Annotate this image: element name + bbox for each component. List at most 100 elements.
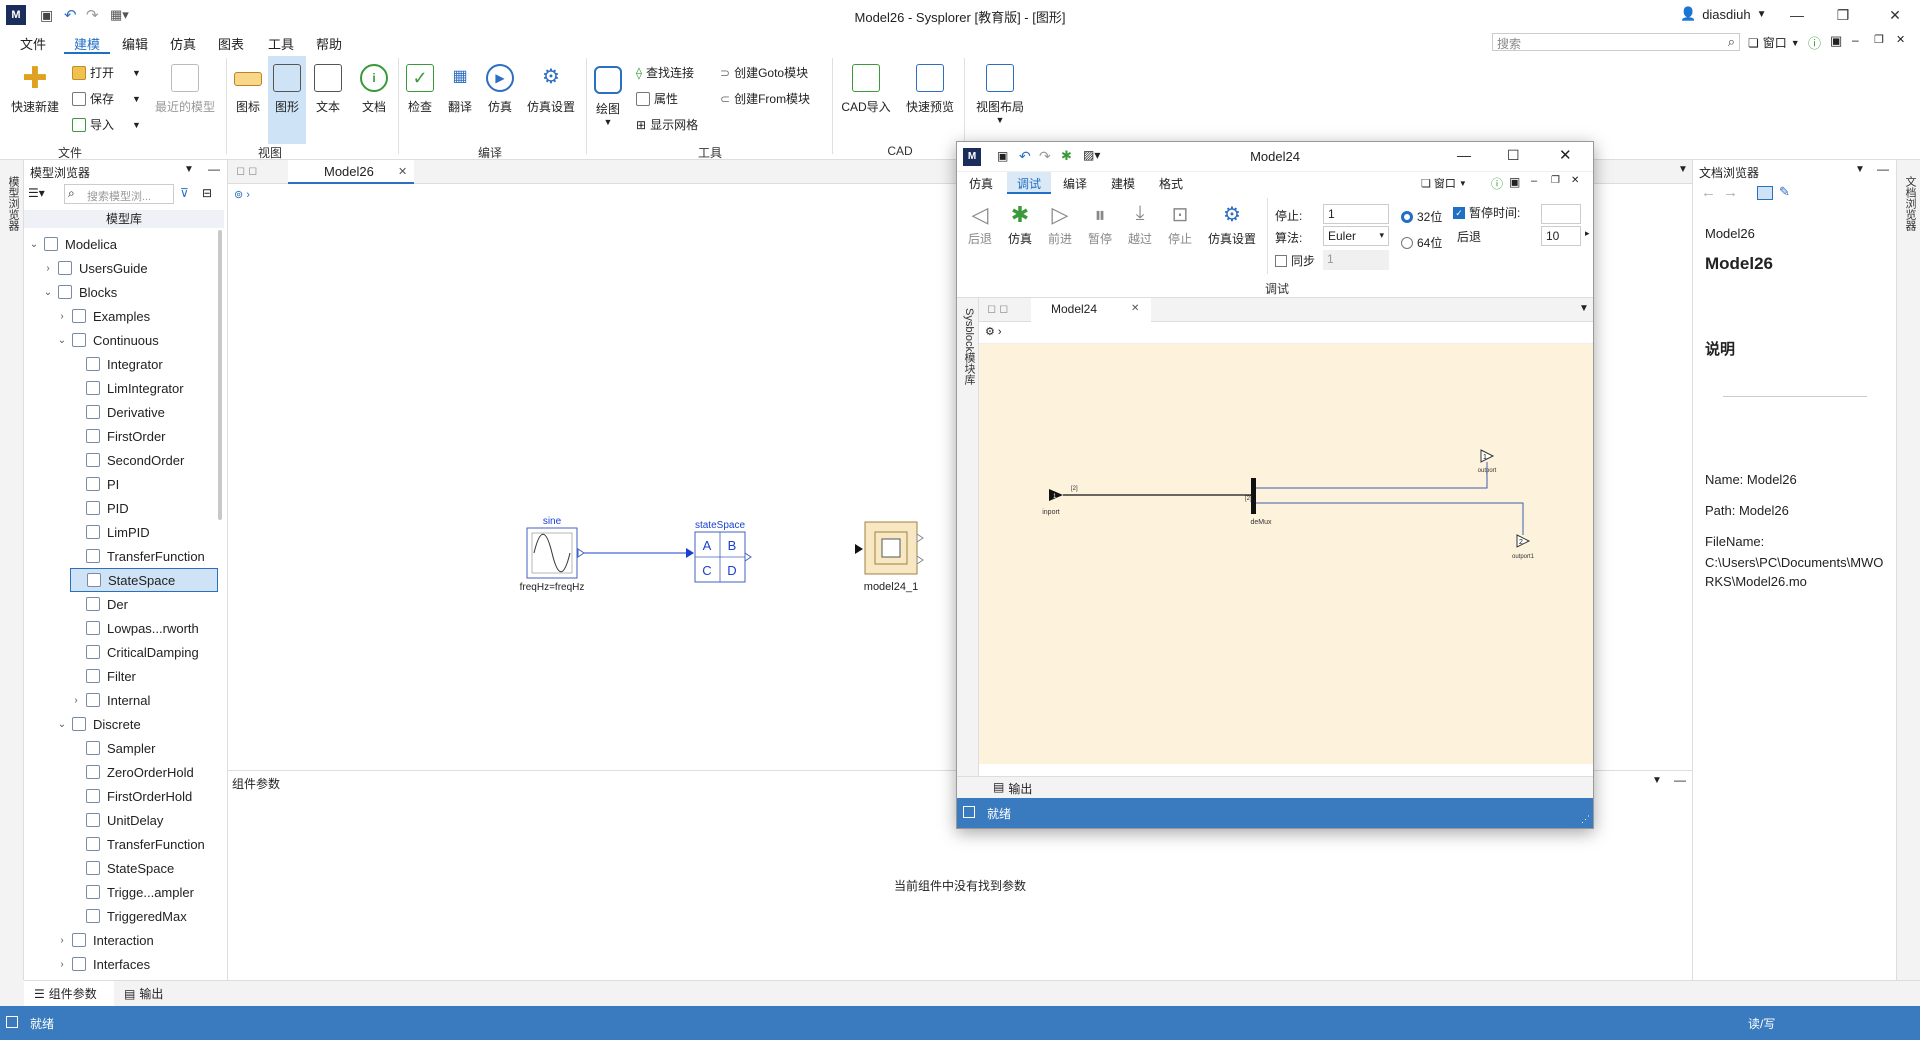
import-button[interactable]: 导入 ▼ — [72, 116, 141, 133]
model-search-input[interactable]: ⌕ 搜索模型浏... — [64, 184, 174, 204]
panel-icon[interactable]: ▣ — [1830, 33, 1842, 49]
float-tab-simulate[interactable]: 仿真 — [969, 175, 993, 192]
panel-icon[interactable]: ▣ — [1509, 175, 1520, 189]
tree-item[interactable]: CriticalDamping — [70, 640, 199, 664]
doc-view-button[interactable]: i 文档 — [356, 64, 392, 115]
tree-item[interactable]: Derivative — [70, 400, 165, 424]
debug-simulate-button[interactable]: ✱ 仿真 — [1005, 202, 1035, 247]
menu-tools[interactable]: 工具 — [268, 34, 294, 53]
create-from-button[interactable]: ⊂ 创建From模块 — [720, 90, 810, 107]
tree-item[interactable]: UnitDelay — [70, 808, 163, 832]
quick-preview-button[interactable]: 快速预览 — [902, 64, 958, 115]
find-connection-button[interactable]: ⟠ 查找连接 — [636, 64, 694, 81]
simulate-button[interactable]: ▶ 仿真 — [482, 64, 518, 115]
tree-item[interactable]: PID — [70, 496, 129, 520]
pause-time-checkbox[interactable]: ✓ 暂停时间: — [1453, 204, 1520, 221]
mdi-minimize-button[interactable]: – — [1531, 175, 1537, 187]
tree-item[interactable]: › UsersGuide — [42, 256, 147, 280]
tree-item[interactable]: TransferFunction — [70, 544, 205, 568]
translate-button[interactable]: ▦ 翻译 — [442, 64, 478, 115]
skip-button[interactable]: ⤓ 越过 — [1125, 202, 1155, 247]
view-doc-icon[interactable] — [1757, 186, 1773, 200]
search-box[interactable]: 搜索 ⌕ — [1492, 33, 1740, 51]
graphic-view-button[interactable]: 图形 — [268, 56, 306, 144]
statespace-block[interactable]: stateSpace A B C D — [694, 520, 752, 583]
tree-item[interactable]: › Interaction — [56, 928, 153, 952]
menu-model[interactable]: 建模 — [64, 30, 111, 54]
panel-minimize-button[interactable]: — — [1877, 162, 1889, 176]
create-goto-button[interactable]: ⊃ 创建Goto模块 — [720, 64, 808, 81]
tree-item[interactable]: FirstOrder — [70, 424, 166, 448]
float-window-menu[interactable]: ❏ 窗口 ▼ — [1421, 175, 1467, 191]
tree-item[interactable]: LimPID — [70, 520, 150, 544]
attributes-button[interactable]: 属性 — [636, 90, 678, 107]
filter-icon[interactable]: ⊽ — [180, 186, 189, 200]
float-tab-format[interactable]: 格式 — [1159, 175, 1183, 192]
mdi-close-button[interactable]: ✕ — [1896, 33, 1905, 46]
tree-item[interactable]: ZeroOrderHold — [70, 760, 194, 784]
tree-item[interactable]: StateSpace — [70, 568, 218, 592]
float-tab-output[interactable]: ▤ 输出 — [993, 780, 1032, 797]
menu-edit[interactable]: 编辑 — [122, 34, 148, 53]
algorithm-select[interactable]: Euler ▾ — [1323, 226, 1389, 246]
tree-item[interactable]: › Examples — [56, 304, 150, 328]
back-icon[interactable]: ← — [1701, 184, 1716, 201]
pause-time-input[interactable] — [1541, 204, 1581, 224]
tree-item[interactable]: Filter — [70, 664, 136, 688]
menu-simulate[interactable]: 仿真 — [170, 34, 196, 53]
tab-model24[interactable]: Model24 ✕ — [1031, 298, 1151, 322]
save-button[interactable]: 保存 ▼ — [72, 90, 141, 107]
sync-value[interactable]: 1 — [1323, 250, 1389, 270]
collapsed-arrow-icon[interactable]: › — [70, 695, 82, 706]
bits64-radio[interactable]: 64位 — [1401, 234, 1442, 251]
chevron-down-icon[interactable]: ▼ — [1855, 164, 1865, 175]
back-steps-input[interactable]: 10 — [1541, 226, 1581, 246]
draw-button[interactable]: 绘图 ▼ — [590, 66, 626, 127]
tree-item[interactable]: Sampler — [70, 736, 155, 760]
expanded-arrow-icon[interactable]: ⌄ — [28, 239, 40, 250]
mdi-restore-button[interactable]: ❐ — [1551, 175, 1560, 186]
user-menu[interactable]: 👤 diasdiuh ▼ — [1680, 6, 1767, 22]
close-icon[interactable]: ✕ — [1131, 303, 1139, 314]
mdi-close-button[interactable]: ✕ — [1571, 175, 1579, 186]
minimize-button[interactable]: — — [1457, 147, 1471, 163]
breadcrumb[interactable]: ⚙ › — [985, 325, 1002, 338]
cad-import-button[interactable]: CAD导入 — [838, 64, 894, 115]
tree-item[interactable]: TriggeredMax — [70, 904, 187, 928]
tree-item[interactable]: LimIntegrator — [70, 376, 184, 400]
collapsed-arrow-icon[interactable]: › — [56, 311, 68, 322]
tab-component-params[interactable]: ☰ 组件参数 — [24, 981, 114, 1006]
check-button[interactable]: ✓ 检查 — [402, 64, 438, 115]
chevron-down-icon[interactable]: ▼ — [1579, 303, 1589, 314]
window-menu[interactable]: ❏ 窗口 ▼ — [1748, 34, 1800, 51]
scrollbar[interactable] — [218, 230, 222, 520]
stop-time-input[interactable]: 1 — [1323, 204, 1389, 224]
panel-minimize-button[interactable]: — — [208, 162, 220, 176]
tree-item[interactable]: › Interfaces — [56, 952, 150, 972]
view-layout-button[interactable]: 视图布局 ▼ — [970, 64, 1030, 125]
collapse-icon[interactable]: ⊟ — [202, 186, 212, 200]
edit-doc-icon[interactable]: ✎ — [1779, 184, 1790, 200]
mdi-minimize-button[interactable]: – — [1852, 33, 1859, 47]
tree-item[interactable]: FirstOrderHold — [70, 784, 192, 808]
collapsed-arrow-icon[interactable]: › — [56, 959, 68, 970]
maximize-button[interactable]: ☐ — [1507, 147, 1520, 164]
tree-item[interactable]: TransferFunction — [70, 832, 205, 856]
float-tab-model[interactable]: 建模 — [1111, 175, 1135, 192]
ribbon-scroll-icon[interactable]: ▸ — [1585, 228, 1590, 239]
restore-button[interactable]: ❐ — [1820, 0, 1866, 30]
bits32-radio[interactable]: 32位 — [1401, 208, 1442, 225]
panel-minimize-button[interactable]: — — [1674, 773, 1686, 787]
tree-item[interactable]: StateSpace — [70, 856, 174, 880]
expanded-arrow-icon[interactable]: ⌄ — [56, 335, 68, 346]
show-grid-button[interactable]: ⊞ 显示网格 — [636, 116, 698, 133]
quick-new-button[interactable]: ✚ 快速新建 — [4, 64, 66, 115]
menu-chart[interactable]: 图表 — [218, 34, 244, 53]
open-button[interactable]: 打开 ▼ — [72, 64, 141, 81]
menu-help[interactable]: 帮助 — [316, 34, 342, 53]
tab-output[interactable]: ▤ 输出 — [124, 981, 163, 1006]
tree-item[interactable]: › Internal — [70, 688, 150, 712]
collapsed-arrow-icon[interactable]: › — [42, 263, 54, 274]
expanded-arrow-icon[interactable]: ⌄ — [42, 287, 54, 298]
close-button[interactable]: ✕ — [1559, 146, 1572, 164]
